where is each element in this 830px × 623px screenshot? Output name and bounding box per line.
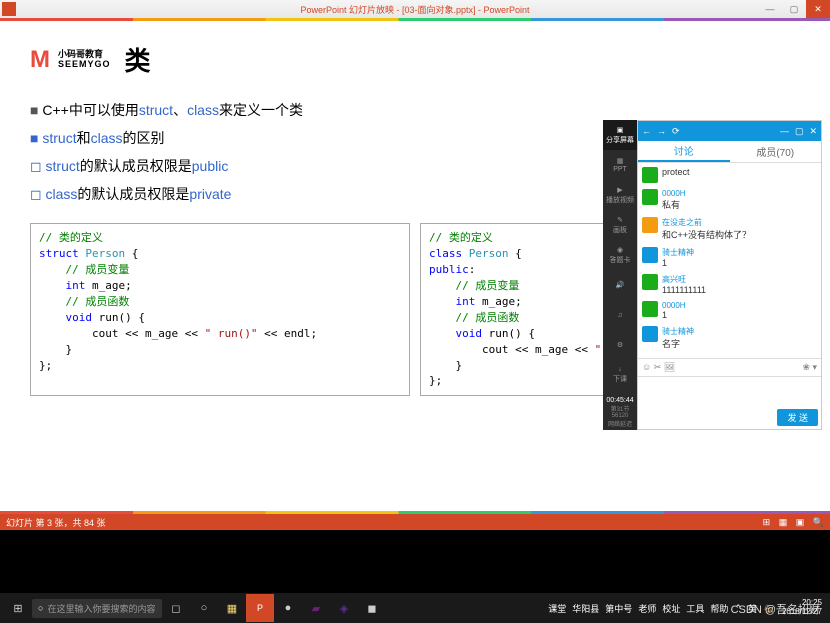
chat-message: 骑士精神名字 bbox=[642, 326, 817, 350]
chat-message: 在没走之前和C++没有结构体了？ bbox=[642, 217, 817, 241]
sidebar-music[interactable]: ♫ bbox=[603, 300, 637, 330]
search-placeholder: 在这里输入你要搜索的内容 bbox=[47, 602, 155, 615]
nav-refresh-icon[interactable]: ⟳ bbox=[672, 126, 680, 137]
powerpoint-statusbar: 幻灯片 第 3 张，共 84 张 ⊞ ▦ ▣ 🔍 bbox=[0, 514, 830, 530]
tray-label-6[interactable]: 工具 bbox=[686, 602, 704, 615]
slide-title: 类 bbox=[125, 41, 151, 78]
app-icon[interactable]: ◼ bbox=[358, 594, 386, 622]
view-normal-icon[interactable]: ⊞ bbox=[763, 517, 771, 527]
vs-icon[interactable]: ◈ bbox=[330, 594, 358, 622]
chat-header: ← → ⟳ — ▢ ✕ bbox=[638, 121, 821, 141]
screenshot-icon[interactable]: ✂ bbox=[654, 362, 662, 372]
chat-text: 1111111111 bbox=[662, 285, 706, 295]
chat-tabs: 讨论 成员(70) bbox=[638, 141, 821, 163]
csdn-watermark: CSDN @吾名招财 bbox=[731, 601, 820, 617]
chat-message: 骑士精神1 bbox=[642, 247, 817, 268]
sidebar-audio[interactable]: 🔊 bbox=[603, 270, 637, 300]
minimize-button[interactable]: — bbox=[758, 0, 782, 18]
send-button[interactable]: 发 送 bbox=[777, 409, 818, 426]
chat-username: 0000H bbox=[662, 301, 686, 310]
window-title: PowerPoint 幻灯片放映 - [03-面向对象.pptx] - Powe… bbox=[300, 3, 529, 16]
avatar bbox=[642, 189, 658, 205]
chat-username: 在没走之前 bbox=[662, 217, 751, 228]
sidebar-answer[interactable]: ◉答题卡 bbox=[603, 240, 637, 270]
zoom-icon[interactable]: 🔍 bbox=[813, 517, 824, 527]
flower-icon[interactable]: ❀ ▾ bbox=[802, 362, 817, 373]
tab-members[interactable]: 成员(70) bbox=[730, 141, 822, 162]
chat-text: 名字 bbox=[662, 337, 694, 350]
code-struct: // 类的定义 struct Person { // 成员变量 int m_ag… bbox=[30, 223, 410, 396]
tray-label-3[interactable]: 第中号 bbox=[605, 602, 632, 615]
tray-label-4[interactable]: 老师 bbox=[638, 602, 656, 615]
chat-text: 1 bbox=[662, 258, 694, 268]
sidebar-share-screen[interactable]: ▣分享屏幕 bbox=[603, 120, 637, 150]
nav-back-icon[interactable]: ← bbox=[642, 126, 651, 136]
taskbar-search[interactable]: ○ 在这里输入你要搜索的内容 bbox=[32, 599, 162, 618]
chat-panel-wrapper: ▣分享屏幕 ▦PPT ▶播放视频 ✎画板 ◉答题卡 🔊 ♫ ⚙ ↓下课 00:4… bbox=[603, 120, 822, 430]
chat-sidebar: ▣分享屏幕 ▦PPT ▶播放视频 ✎画板 ◉答题卡 🔊 ♫ ⚙ ↓下课 00:4… bbox=[603, 120, 637, 430]
emoji-icon[interactable]: ☺ bbox=[642, 362, 651, 372]
windows-taskbar: ⊞ ○ 在这里输入你要搜索的内容 ◻ ○ ▦ P ● ▰ ◈ ◼ 课堂 华阳县 … bbox=[0, 593, 830, 623]
sidebar-play-video[interactable]: ▶播放视频 bbox=[603, 180, 637, 210]
chat-message: 0000H1 bbox=[642, 301, 817, 320]
chrome-icon[interactable]: ● bbox=[274, 594, 302, 622]
sidebar-ppt[interactable]: ▦PPT bbox=[603, 150, 637, 180]
chat-close-icon[interactable]: ✕ bbox=[809, 126, 817, 137]
cortana-mic-icon[interactable]: ○ bbox=[190, 594, 218, 622]
sidebar-endclass[interactable]: ↓下课 bbox=[603, 360, 637, 390]
sidebar-settings[interactable]: ⚙ bbox=[603, 330, 637, 360]
explorer-icon[interactable]: ▦ bbox=[218, 594, 246, 622]
avatar bbox=[642, 247, 658, 263]
chat-text: 和C++没有结构体了？ bbox=[662, 228, 751, 241]
slide-counter: 幻灯片 第 3 张，共 84 张 bbox=[6, 516, 106, 529]
chat-input[interactable] bbox=[638, 376, 821, 406]
chat-username: 高兴旺 bbox=[662, 274, 706, 285]
tray-label-1[interactable]: 课堂 bbox=[548, 602, 566, 615]
start-button[interactable]: ⊞ bbox=[4, 594, 32, 622]
cortana-icon: ○ bbox=[38, 603, 43, 613]
close-button[interactable]: ✕ bbox=[806, 0, 830, 18]
chat-message: 0000H私有 bbox=[642, 189, 817, 211]
chat-username: 骑士精神 bbox=[662, 247, 694, 258]
logo-row: M 小码哥教育 SEEMYGO 类 bbox=[30, 41, 800, 78]
avatar bbox=[642, 326, 658, 342]
chat-text: protect bbox=[662, 167, 690, 177]
logo-en: SEEMYGO bbox=[58, 60, 111, 70]
tab-discussion[interactable]: 讨论 bbox=[638, 141, 730, 162]
maximize-button[interactable]: ▢ bbox=[782, 0, 806, 18]
tray-label-2[interactable]: 华阳县 bbox=[572, 602, 599, 615]
statusbar-right: ⊞ ▦ ▣ 🔍 bbox=[757, 517, 824, 528]
chat-max-icon[interactable]: ▢ bbox=[795, 126, 804, 137]
logo-text: 小码哥教育 SEEMYGO bbox=[58, 50, 111, 70]
window-titlebar: PowerPoint 幻灯片放映 - [03-面向对象.pptx] - Powe… bbox=[0, 0, 830, 18]
chat-message: protect bbox=[642, 167, 817, 183]
chat-send-row: 发 送 bbox=[638, 406, 821, 429]
view-reading-icon[interactable]: ▣ bbox=[796, 517, 805, 527]
chat-toolbar: ☺ ✂ 🖼 ❀ ▾ bbox=[638, 358, 821, 376]
powerpoint-icon bbox=[2, 2, 16, 16]
avatar bbox=[642, 167, 658, 183]
chat-messages: protect0000H私有在没走之前和C++没有结构体了？骑士精神1高兴旺11… bbox=[638, 163, 821, 358]
avatar bbox=[642, 274, 658, 290]
chat-message: 高兴旺1111111111 bbox=[642, 274, 817, 295]
logo-mark: M bbox=[30, 46, 50, 74]
chat-min-icon[interactable]: — bbox=[780, 126, 789, 136]
powerpoint-taskbar-icon[interactable]: P bbox=[246, 594, 274, 622]
chat-panel: ← → ⟳ — ▢ ✕ 讨论 成员(70) protect0000H私有在没走之… bbox=[637, 120, 822, 430]
chat-username: 骑士精神 bbox=[662, 326, 694, 337]
chat-text: 1 bbox=[662, 310, 686, 320]
avatar bbox=[642, 301, 658, 317]
sidebar-whiteboard[interactable]: ✎画板 bbox=[603, 210, 637, 240]
avatar bbox=[642, 217, 658, 233]
taskview-icon[interactable]: ◻ bbox=[162, 594, 190, 622]
chat-username: 0000H bbox=[662, 189, 686, 198]
class-timer: 00:45:44 第31节 56120 网络延迟 bbox=[603, 395, 637, 430]
image-icon[interactable]: 🖼 bbox=[664, 362, 675, 372]
tray-label-7[interactable]: 帮助 bbox=[710, 602, 728, 615]
tray-label-5[interactable]: 校址 bbox=[662, 602, 680, 615]
view-sorter-icon[interactable]: ▦ bbox=[779, 517, 788, 527]
vscode-icon[interactable]: ▰ bbox=[302, 594, 330, 622]
chat-text: 私有 bbox=[662, 198, 686, 211]
nav-forward-icon[interactable]: → bbox=[657, 126, 666, 136]
